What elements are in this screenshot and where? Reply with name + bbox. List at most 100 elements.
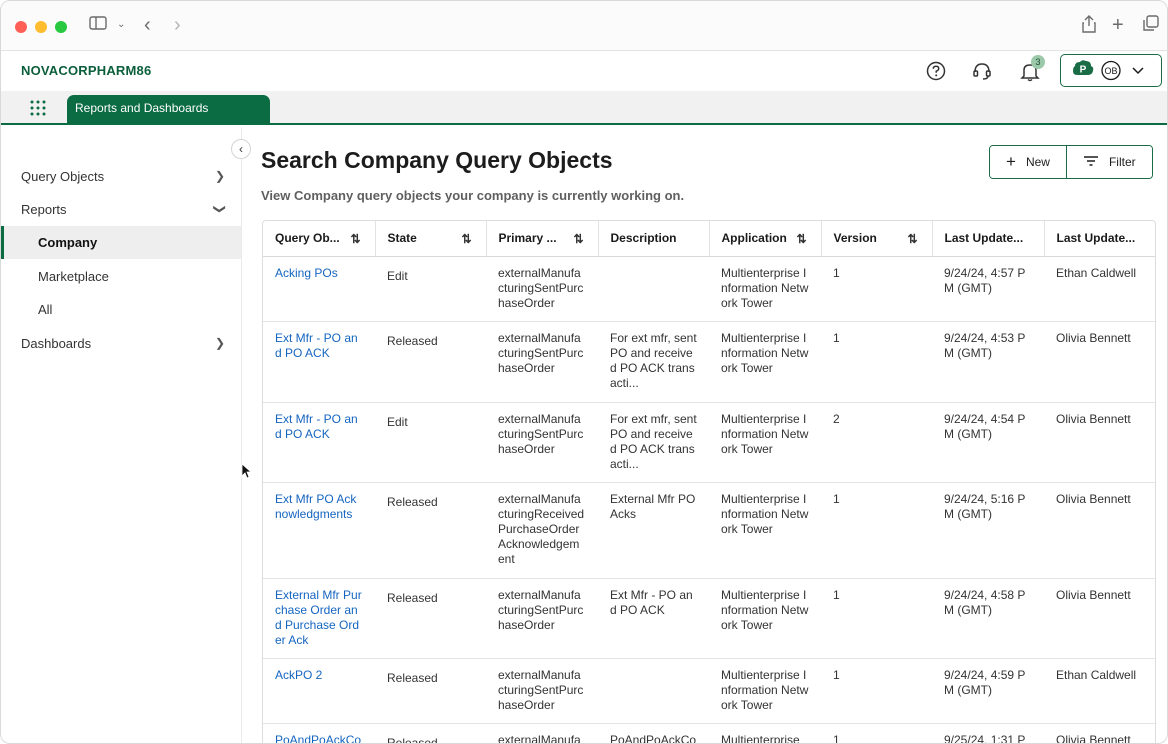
description-cell: External Mfr PO Acks: [598, 482, 709, 579]
last-updated-cell: 9/24/24, 4:54 PM (GMT): [932, 402, 1044, 483]
table-row[interactable]: Ext Mfr - PO and PO ACK Edit externalMan…: [263, 402, 1155, 483]
state-cell: Edit: [375, 402, 486, 483]
application-cell: Multienterprise Information Network Towe…: [709, 402, 821, 483]
primary-object-cell: externalManufacturingSentPurchaseOrder: [486, 658, 598, 724]
sort-icon[interactable]: ⇅: [907, 232, 917, 246]
sort-icon[interactable]: ⇅: [573, 232, 583, 246]
collapse-sidebar-button[interactable]: ‹: [231, 139, 251, 159]
query-object-name-link[interactable]: Ext Mfr PO Acknowledgments: [263, 482, 375, 579]
table-row[interactable]: PoAndPoAckCo Released externalManufa PoA…: [263, 723, 1155, 743]
query-object-name-link[interactable]: Ext Mfr - PO and PO ACK: [263, 402, 375, 483]
share-icon[interactable]: [1081, 15, 1097, 39]
last-updated-cell: 9/24/24, 4:53 PM (GMT): [932, 321, 1044, 403]
table-row[interactable]: AckPO 2 Released externalManufacturingSe…: [263, 658, 1155, 724]
state-cell: Released: [375, 723, 486, 743]
new-button[interactable]: + New: [990, 146, 1066, 178]
primary-object-cell: externalManufacturingSentPurchaseOrder: [486, 402, 598, 483]
sort-icon[interactable]: ⇅: [796, 232, 806, 246]
query-object-name-link[interactable]: AckPO 2: [263, 658, 375, 724]
column-header-version[interactable]: Version ⇅: [821, 221, 933, 257]
table-row[interactable]: Ext Mfr PO Acknowledgments Released exte…: [263, 482, 1155, 579]
maximize-window-button[interactable]: [55, 21, 67, 33]
left-sidebar: Query Objects ❯ Reports ❯ Company Market…: [1, 127, 242, 743]
query-object-name-link[interactable]: External Mfr Purchase Order and Purchase…: [263, 578, 375, 659]
column-header-label: Last Update...: [944, 231, 1024, 246]
version-cell: 1: [821, 658, 932, 724]
version-cell: 1: [821, 578, 932, 659]
app-header: NOVACORPHARM86 3 P OB: [1, 51, 1167, 91]
sidebar-item-label: Reports: [21, 202, 67, 217]
column-header-state[interactable]: State ⇅: [375, 221, 487, 257]
description-cell: [598, 658, 709, 724]
column-header-last-updated-by[interactable]: Last Update...: [1044, 221, 1155, 257]
query-object-name-link[interactable]: Acking POs: [263, 256, 375, 322]
primary-object-cell: externalManufacturingReceivedPurchaseOrd…: [486, 482, 598, 579]
help-icon[interactable]: [925, 60, 947, 82]
description-cell: For ext mfr, sent PO and received PO ACK…: [598, 402, 709, 483]
column-header-label: Primary ...: [498, 231, 557, 246]
close-window-button[interactable]: [15, 21, 27, 33]
new-button-label: New: [1025, 155, 1050, 169]
last-updated-by-cell: Olivia Bennett: [1044, 723, 1155, 743]
version-cell: 1: [821, 256, 932, 322]
column-header-query-object[interactable]: Query Ob... ⇅: [263, 221, 376, 257]
query-object-name-link[interactable]: Ext Mfr - PO and PO ACK: [263, 321, 375, 403]
chevron-left-icon: ‹: [239, 142, 243, 156]
filter-button[interactable]: Filter: [1065, 146, 1152, 178]
app-launcher-grid-icon[interactable]: [29, 99, 47, 120]
account-menu-button[interactable]: P OB: [1060, 54, 1162, 87]
sidebar-item-company[interactable]: Company: [1, 226, 241, 259]
filter-button-label: Filter: [1108, 155, 1136, 169]
table-header-row: Query Ob... ⇅ State ⇅ Primary ... ⇅ Descrip…: [263, 221, 1155, 257]
description-cell: PoAndPoAckCo: [598, 723, 709, 743]
column-header-label: Last Update...: [1056, 231, 1136, 246]
version-cell: 1: [821, 482, 932, 579]
sidebar-item-label: Marketplace: [38, 269, 109, 284]
query-objects-table: Query Ob... ⇅ State ⇅ Primary ... ⇅ Descrip…: [262, 220, 1156, 743]
description-cell: [598, 256, 709, 322]
sidebar-item-marketplace[interactable]: Marketplace: [1, 260, 241, 293]
state-cell: Released: [375, 482, 486, 579]
column-header-primary[interactable]: Primary ... ⇅: [486, 221, 599, 257]
tab-reports-and-dashboards[interactable]: Reports and Dashboards: [67, 95, 270, 125]
table-row[interactable]: Acking POs Edit externalManufacturingSen…: [263, 256, 1155, 322]
chevron-down-icon[interactable]: ⌄: [117, 15, 125, 35]
back-icon[interactable]: ‹: [144, 15, 151, 35]
new-tab-icon[interactable]: +: [1112, 15, 1124, 35]
application-cell: Multienterprise: [709, 723, 821, 743]
last-updated-cell: 9/24/24, 4:57 PM (GMT): [932, 256, 1044, 322]
column-header-label: Query Ob...: [275, 231, 340, 246]
sidebar-item-reports[interactable]: Reports ❯: [1, 193, 241, 226]
tab-overview-icon[interactable]: [1143, 15, 1159, 37]
sort-icon[interactable]: ⇅: [461, 232, 471, 246]
primary-object-cell: externalManufacturingSentPurchaseOrder: [486, 321, 598, 403]
column-header-last-updated[interactable]: Last Update...: [932, 221, 1045, 257]
mouse-pointer-icon: [241, 463, 253, 482]
sidebar-item-label: All: [38, 302, 53, 317]
application-cell: Multienterprise Information Network Towe…: [709, 658, 821, 724]
sort-icon[interactable]: ⇅: [350, 232, 360, 246]
support-headset-icon[interactable]: [971, 60, 993, 82]
column-header-application[interactable]: Application ⇅: [709, 221, 822, 257]
state-cell: Edit: [375, 256, 486, 322]
query-object-name-link[interactable]: PoAndPoAckCo: [263, 723, 375, 743]
window-controls: [15, 21, 67, 33]
state-cell: Released: [375, 578, 486, 659]
action-button-group: + New Filter: [989, 145, 1153, 179]
last-updated-by-cell: Olivia Bennett: [1044, 482, 1155, 579]
forward-icon[interactable]: ›: [174, 15, 181, 35]
browser-toolbar: ⌄ ‹ › +: [1, 1, 1167, 51]
sidebar-item-all[interactable]: All: [1, 293, 241, 326]
table-row[interactable]: External Mfr Purchase Order and Purchase…: [263, 578, 1155, 659]
primary-object-cell: externalManufacturingSentPurchaseOrder: [486, 578, 598, 659]
sidebar-item-dashboards[interactable]: Dashboards ❯: [1, 327, 241, 360]
sidebar-item-query-objects[interactable]: Query Objects ❯: [1, 160, 241, 193]
version-cell: 2: [821, 402, 932, 483]
chevron-right-icon: ❯: [214, 169, 225, 183]
version-cell: 1: [821, 321, 932, 403]
table-row[interactable]: Ext Mfr - PO and PO ACK Released externa…: [263, 321, 1155, 403]
sidebar-toggle-icon[interactable]: [89, 15, 107, 37]
minimize-window-button[interactable]: [35, 21, 47, 33]
sidebar-item-label: Company: [38, 235, 98, 250]
column-header-description[interactable]: Description: [598, 221, 710, 257]
